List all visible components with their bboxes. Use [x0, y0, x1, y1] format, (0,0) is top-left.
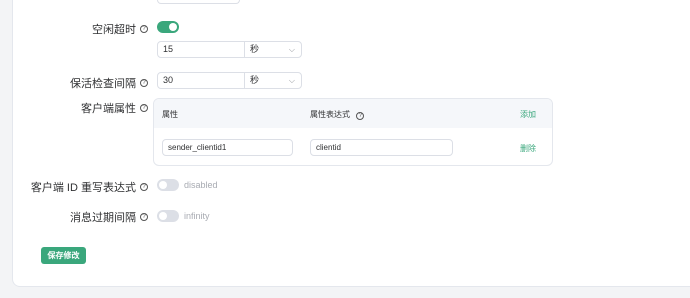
keepalive-unit-select[interactable]: 秒 ⌵ — [245, 73, 301, 88]
switch-knob — [169, 23, 177, 31]
help-icon: ? — [140, 79, 148, 87]
chevron-down-icon: ⌵ — [288, 76, 295, 85]
expr-input[interactable]: clientid — [310, 139, 453, 156]
switch-knob — [159, 181, 167, 189]
add-attr-button[interactable]: 添加 — [520, 109, 536, 120]
keepalive-label: 保活检查间隔 ? — [0, 75, 148, 91]
idle-timeout-label: 空闲超时 ? — [0, 21, 148, 37]
idle-timeout-value[interactable]: 15 — [158, 42, 245, 57]
idle-timeout-input[interactable]: 15 秒 ⌵ — [157, 41, 302, 58]
attr-input[interactable]: sender_clientid1 — [162, 139, 293, 156]
col-attr-header: 属性 — [162, 110, 178, 119]
msg-expiry-label: 消息过期间隔 ? — [0, 209, 148, 225]
save-button[interactable]: 保存修改 — [41, 247, 86, 264]
table-header: 属性 属性表达式 ? 添加 — [154, 99, 552, 128]
keepalive-input[interactable]: 30 秒 ⌵ — [157, 72, 302, 89]
col-expr-header: 属性表达式 ? — [310, 109, 365, 120]
client-attrs-table: 属性 属性表达式 ? 添加 sender_clientid1 clientid … — [153, 98, 553, 166]
clientid-override-state: disabled — [184, 180, 218, 190]
idle-timeout-unit-select[interactable]: 秒 ⌵ — [245, 42, 301, 57]
clientid-override-switch[interactable] — [157, 179, 179, 191]
client-attrs-label: 客户端属性 ? — [0, 100, 148, 116]
msg-expiry-switch[interactable] — [157, 210, 179, 222]
idle-timeout-switch[interactable] — [157, 21, 179, 33]
keepalive-value[interactable]: 30 — [158, 73, 245, 88]
help-icon: ? — [356, 112, 365, 120]
switch-knob — [159, 212, 167, 220]
help-icon: ? — [140, 183, 148, 191]
msg-expiry-state: infinity — [184, 211, 210, 221]
help-icon: ? — [140, 25, 148, 33]
previous-field-stub[interactable] — [157, 0, 240, 4]
delete-attr-button[interactable]: 删除 — [520, 143, 536, 154]
help-icon: ? — [140, 213, 148, 221]
clientid-override-label: 客户端 ID 重写表达式 ? — [0, 179, 148, 195]
chevron-down-icon: ⌵ — [288, 45, 295, 54]
help-icon: ? — [140, 104, 148, 112]
